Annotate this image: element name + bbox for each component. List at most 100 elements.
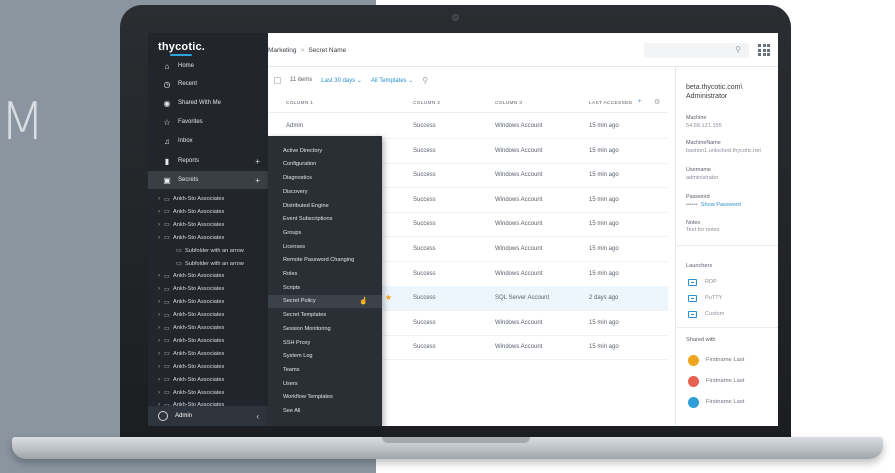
folder-tree-item[interactable]: ›▭Ankh-Sto Associates bbox=[148, 218, 268, 232]
admin-menu-item[interactable]: Session Monitoring bbox=[268, 322, 382, 336]
template-filter-dropdown[interactable]: All Templates ⌄ bbox=[371, 77, 413, 84]
admin-menu-item[interactable]: Configuration bbox=[268, 158, 382, 172]
admin-menu-item[interactable]: Discovery bbox=[268, 185, 382, 199]
admin-menu-item[interactable]: Distributed Engine bbox=[268, 199, 382, 213]
shared-user[interactable]: Firstname Last bbox=[688, 396, 744, 408]
filter-bar: 11 items Last 30 days ⌄ All Templates ⌄ … bbox=[268, 71, 668, 89]
admin-menu-item[interactable]: Secret Templates bbox=[268, 308, 382, 322]
folder-tree-item[interactable]: ›▭Ankh-Sto Associates bbox=[148, 295, 268, 309]
column-header[interactable]: COLUMN 1 bbox=[286, 101, 313, 106]
admin-menu-item[interactable]: Licenses bbox=[268, 240, 382, 254]
folder-tree-item[interactable]: ›▭Ankh-Sto Associates bbox=[148, 334, 268, 348]
sidebar-item-secrets[interactable]: ▣ Secrets + bbox=[148, 171, 268, 189]
details-host: beta.thycotic.com\ Administrator bbox=[686, 84, 743, 100]
folder-icon: ▭ bbox=[164, 299, 170, 306]
sidebar-item-label: Home bbox=[178, 63, 195, 69]
admin-menu-label: System Log bbox=[283, 353, 313, 360]
admin-menu-item[interactable]: Scripts bbox=[268, 281, 382, 295]
search-icon: ⚲ bbox=[735, 45, 741, 54]
admin-menu-item[interactable]: Secret Policy ☝ bbox=[268, 294, 382, 309]
divider bbox=[676, 245, 778, 246]
folder-tree-item[interactable]: ›▭Ankh-Sto Associates bbox=[148, 360, 268, 374]
column-header[interactable]: LAST ACCESSED bbox=[589, 101, 632, 106]
folder-tree-item[interactable]: ›▭Ankh-Sto Associates bbox=[148, 231, 268, 245]
chart-icon: ▮ bbox=[164, 156, 170, 166]
avatar bbox=[688, 375, 699, 387]
folder-label: Ankh-Sto Associates bbox=[173, 376, 225, 383]
admin-menu-item[interactable]: Teams bbox=[268, 363, 382, 377]
folder-icon: ▭ bbox=[164, 390, 170, 396]
shared-user[interactable]: Firstname Last bbox=[688, 354, 744, 366]
folder-icon: ▭ bbox=[164, 338, 170, 345]
admin-menu-item[interactable]: Event Subscriptions bbox=[268, 213, 382, 227]
share-icon: ◉ bbox=[163, 98, 171, 108]
app-screen: thycotic. ⌂ Home ◷ Recent ◉ Shared With Me ☆ Fa… bbox=[148, 33, 778, 426]
folder-tree-item[interactable]: ▭ Subfolder with an arrow bbox=[148, 257, 268, 271]
folder-tree-item[interactable]: ▭ Subfolder with an arrow bbox=[148, 244, 268, 258]
admin-menu-item[interactable]: SSH Proxy bbox=[268, 336, 382, 350]
shared-user[interactable]: Firstname Last bbox=[688, 375, 744, 387]
table-cell: 15 min ago bbox=[589, 172, 619, 179]
date-filter-dropdown[interactable]: Last 30 days ⌄ bbox=[321, 77, 362, 84]
apps-grid-icon[interactable] bbox=[758, 44, 770, 56]
table-cell: Windows Account bbox=[495, 196, 543, 203]
select-all-checkbox[interactable] bbox=[274, 76, 281, 84]
folder-tree-item[interactable]: ›▭Ankh-Sto Associates bbox=[148, 192, 268, 206]
sidebar-item-shared-with-me[interactable]: ◉ Shared With Me bbox=[148, 94, 268, 112]
item-count: 11 items bbox=[290, 77, 313, 83]
folder-tree-item[interactable]: ›▭Ankh-Sto Associates bbox=[148, 321, 268, 335]
folder-tree-item[interactable]: ›▭Ankh-Sto Associates bbox=[148, 269, 268, 283]
column-header[interactable]: COLUMN 3 bbox=[495, 101, 522, 106]
admin-menu-item[interactable]: Remote Password Changing bbox=[268, 254, 382, 268]
sidebar-item-home[interactable]: ⌂ Home bbox=[148, 57, 268, 75]
add-icon[interactable]: + bbox=[255, 157, 260, 166]
add-icon[interactable]: + bbox=[255, 176, 260, 185]
table-cell: Windows Account bbox=[495, 344, 543, 351]
sidebar-item-reports[interactable]: ▮ Reports + bbox=[148, 152, 268, 170]
table-cell: 15 min ago bbox=[589, 123, 619, 129]
folder-tree-item[interactable]: ›▭Ankh-Sto Associates bbox=[148, 308, 268, 322]
folder-tree-item[interactable]: ›▭Ankh-Sto Associates bbox=[148, 282, 268, 296]
folder-icon: ▭ bbox=[176, 248, 182, 255]
folder-tree-item[interactable]: ›▭Ankh-Sto Associates bbox=[148, 373, 268, 387]
admin-menu-item[interactable]: Groups bbox=[268, 226, 382, 240]
folder-tree-item[interactable]: ›▭Ankh-Sto Associates bbox=[148, 386, 268, 400]
admin-menu-item[interactable]: Users bbox=[268, 377, 382, 391]
sidebar-item-admin[interactable]: Admin ‹ bbox=[148, 406, 268, 426]
admin-menu-item[interactable]: Diagnostics bbox=[268, 171, 382, 185]
launcher-putty[interactable]: PuTTY bbox=[688, 293, 722, 303]
breadcrumb-marketing[interactable]: Marketing bbox=[268, 47, 297, 54]
folder-tree-item[interactable]: ›▭Ankh-Sto Associates bbox=[148, 347, 268, 361]
folder-icon: ▭ bbox=[164, 222, 170, 229]
favorite-star-icon[interactable]: ★ bbox=[385, 293, 392, 302]
table-cell: Success bbox=[413, 344, 436, 351]
admin-menu-item[interactable]: System Log bbox=[268, 350, 382, 364]
table-cell: 15 min ago bbox=[589, 221, 619, 228]
show-password-link[interactable]: Show Password bbox=[701, 202, 741, 208]
launcher-custom[interactable]: Custom bbox=[688, 309, 724, 319]
table-cell: Windows Account bbox=[495, 221, 543, 228]
filter-search-icon[interactable]: ⚲ bbox=[422, 76, 428, 85]
chevron-left-icon[interactable]: ‹ bbox=[256, 412, 259, 421]
sidebar-item-recent[interactable]: ◷ Recent bbox=[148, 75, 268, 93]
folder-icon: ▭ bbox=[164, 286, 170, 293]
admin-menu-item[interactable]: See All bbox=[268, 404, 382, 418]
add-column-icon[interactable]: + bbox=[638, 99, 642, 105]
folder-tree-item[interactable]: ›▭Ankh-Sto Associates bbox=[148, 205, 268, 219]
launcher-rdp[interactable]: RDP bbox=[688, 277, 717, 287]
folder-label: Ankh-Sto Associates bbox=[173, 350, 225, 357]
sidebar-item-inbox[interactable]: ♫ Inbox bbox=[148, 132, 268, 150]
admin-menu-label: Roles bbox=[283, 271, 298, 278]
sidebar-item-favorites[interactable]: ☆ Favorites bbox=[148, 113, 268, 131]
column-header[interactable]: COLUMN 2 bbox=[413, 101, 440, 106]
table-cell: Success bbox=[413, 319, 436, 326]
field-value: administrator bbox=[686, 175, 719, 181]
admin-menu-item[interactable]: Workflow Templates bbox=[268, 391, 382, 405]
admin-menu-item[interactable]: Active Directory bbox=[268, 144, 382, 158]
search-input[interactable]: ⚲ bbox=[644, 43, 749, 58]
table-cell: 2 days ago bbox=[589, 295, 619, 302]
thycotic-logo[interactable]: thycotic. bbox=[158, 41, 205, 53]
admin-icon bbox=[158, 411, 168, 421]
settings-icon[interactable]: ⚙ bbox=[654, 98, 661, 106]
admin-menu-item[interactable]: Roles bbox=[268, 267, 382, 281]
